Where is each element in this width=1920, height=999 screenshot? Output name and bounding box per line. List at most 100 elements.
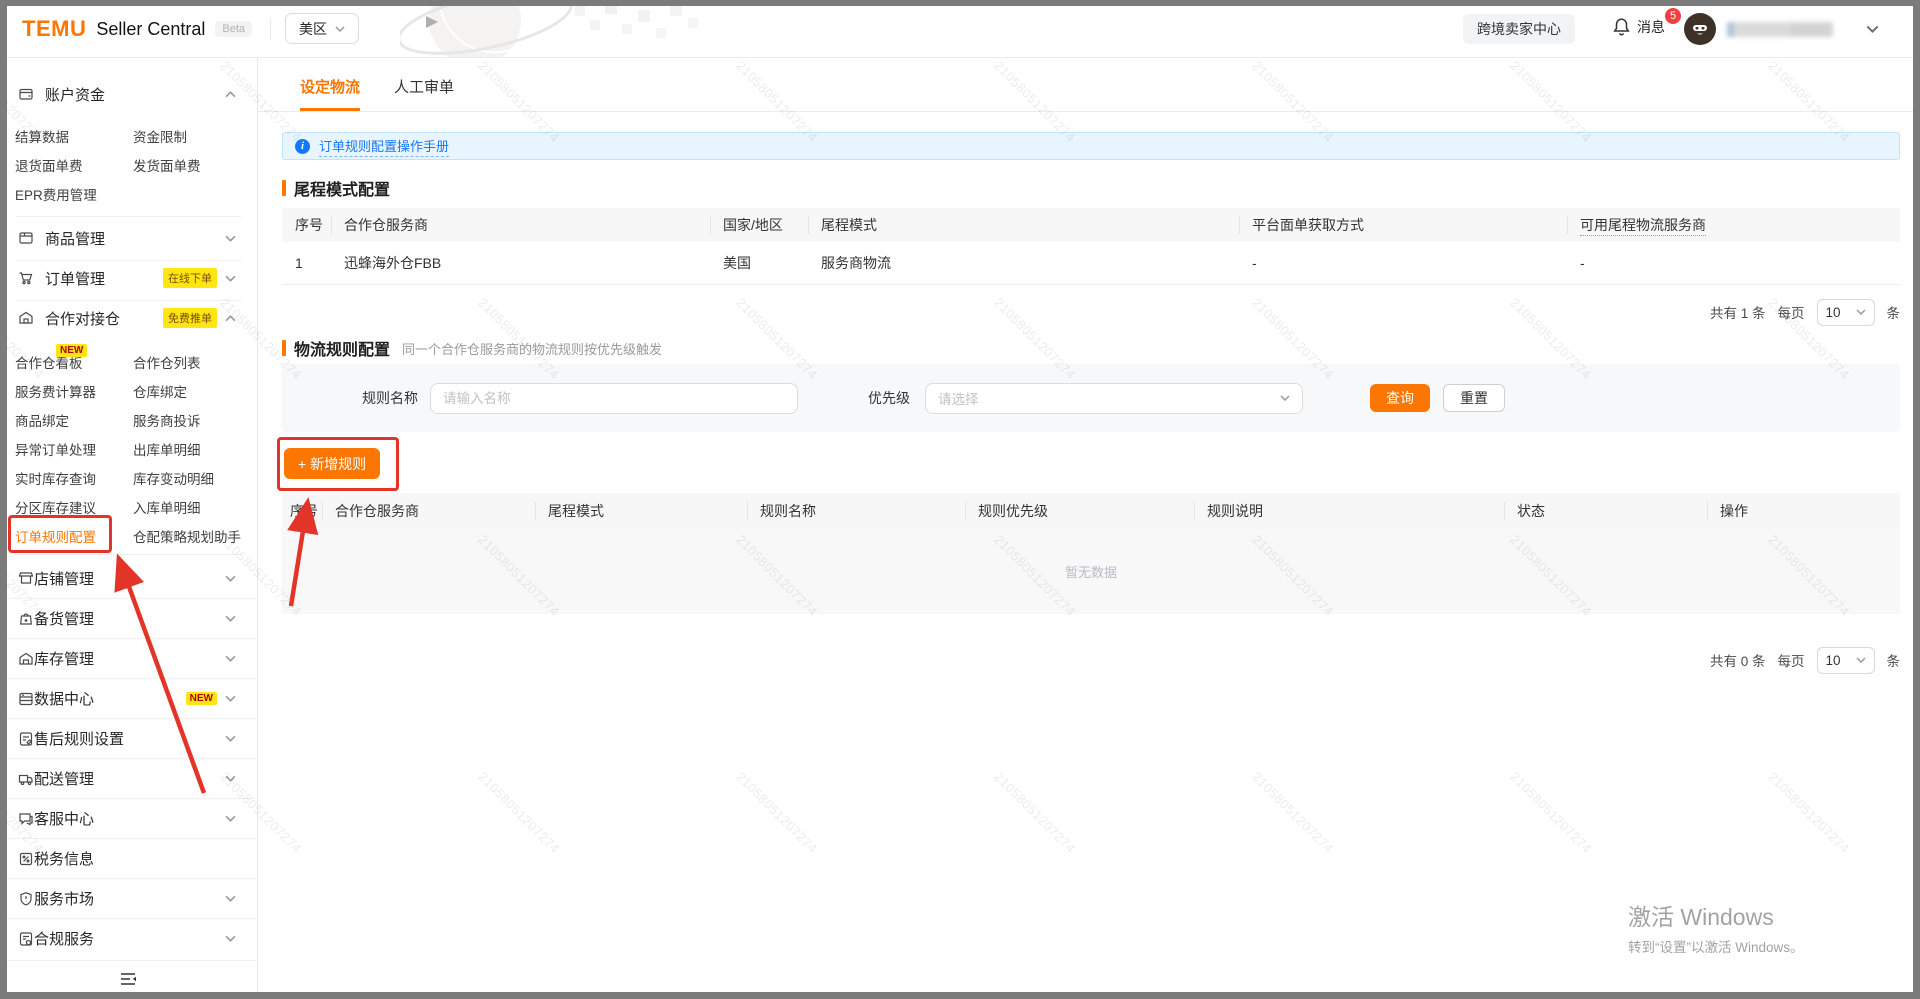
bag-plus-icon: [18, 611, 34, 627]
account-chevron-down-icon[interactable]: [1866, 25, 1879, 33]
sidebar-item-realtime-inventory[interactable]: 实时库存查询: [15, 463, 133, 492]
title-accent-bar: [282, 180, 286, 196]
sidebar-item-inventory-changes[interactable]: 库存变动明细: [133, 463, 257, 492]
col-description: 规则说明: [1194, 501, 1504, 521]
sidebar-section-data-center[interactable]: 数据中心 NEW: [0, 678, 256, 718]
sidebar-item-return-label-fee[interactable]: 退货面单费: [15, 150, 133, 179]
tab-set-logistics[interactable]: 设定物流: [300, 76, 360, 111]
section-label: 税务信息: [34, 848, 94, 869]
page-size-select[interactable]: 10: [1817, 647, 1875, 674]
cell-mode: 服务商物流: [808, 253, 1239, 273]
page-size-value: 10: [1826, 305, 1841, 320]
last-mile-table: 序号 合作仓服务商 国家/地区 尾程模式 平台面单获取方式 可用尾程物流服务商 …: [282, 208, 1900, 285]
sidebar-section-compliance-service[interactable]: 合规服务: [0, 918, 256, 958]
wallet-icon: [18, 86, 34, 102]
chevron-down-icon: [335, 26, 345, 32]
sidebar-item-warehouse-strategy-assistant[interactable]: 仓配策略规划助手: [133, 521, 257, 550]
new-badge: NEW: [56, 344, 87, 357]
sidebar-item-warehouse-binding[interactable]: 仓库绑定: [133, 376, 257, 405]
sidebar-section-service-market[interactable]: 服务市场: [0, 878, 256, 918]
cross-border-seller-center-button[interactable]: 跨境卖家中心: [1463, 14, 1575, 44]
chat-icon: [18, 811, 34, 827]
sidebar-section-tax-info[interactable]: 税务信息: [0, 838, 256, 878]
search-button[interactable]: 查询: [1370, 384, 1430, 412]
per-page-label: 每页: [1778, 650, 1805, 670]
chevron-down-icon: [225, 655, 236, 662]
col-rule-name: 规则名称: [747, 501, 965, 521]
sidebar-item-inbound-detail[interactable]: 入库单明细: [133, 492, 257, 521]
sidebar-section-customer-service[interactable]: 客服中心: [0, 798, 256, 838]
col-status: 状态: [1504, 501, 1707, 521]
manual-link[interactable]: 订单规则配置操作手册: [319, 136, 449, 157]
sidebar-item-shipping-label-fee[interactable]: 发货面单费: [133, 150, 257, 179]
chevron-down-icon: [225, 935, 236, 942]
section-label: 账户资金: [45, 84, 105, 105]
sidebar-section-coop-warehouse[interactable]: 合作对接仓 免费推单: [0, 302, 256, 334]
sidebar-item-settlement-data[interactable]: 结算数据: [15, 121, 133, 150]
sidebar-collapse-button[interactable]: [0, 960, 256, 996]
empty-state-text: 暂无数据: [1065, 562, 1117, 581]
rule-name-label: 规则名称: [362, 388, 418, 408]
page-size-select[interactable]: 10: [1817, 299, 1875, 326]
sidebar-section-order-management[interactable]: 订单管理 在线下单: [0, 262, 256, 294]
free-push-badge: 免费推单: [163, 308, 217, 328]
sidebar-section-inventory-management[interactable]: 库存管理: [0, 638, 256, 678]
reset-button[interactable]: 重置: [1443, 384, 1505, 412]
section-label: 配送管理: [34, 768, 94, 789]
chevron-down-icon: [225, 815, 236, 822]
sidebar-item-abnormal-orders[interactable]: 异常订单处理: [15, 434, 133, 463]
sidebar-section-product-management[interactable]: 商品管理: [0, 222, 256, 254]
sidebar-item-provider-complaint[interactable]: 服务商投诉: [133, 405, 257, 434]
section-title-text: 物流规则配置: [294, 336, 390, 360]
col-provider: 合作仓服务商: [322, 501, 535, 521]
sidebar-item-epr-fee[interactable]: EPR费用管理: [15, 179, 133, 208]
sidebar-section-stock-prep[interactable]: 备货管理: [0, 598, 256, 638]
tab-manual-review[interactable]: 人工审单: [394, 76, 454, 111]
sidebar-item-order-rule-config[interactable]: 订单规则配置: [15, 521, 133, 550]
account-funds-items: 结算数据 资金限制 退货面单费 发货面单费 EPR费用管理: [0, 121, 257, 208]
beta-badge: Beta: [215, 21, 252, 37]
rules-section-title: 物流规则配置 同一个合作仓服务商的物流规则按优先级触发: [282, 338, 662, 358]
col-index: 序号: [282, 215, 331, 235]
unit-label: 条: [1887, 302, 1901, 322]
priority-select[interactable]: 请选择: [925, 383, 1303, 414]
messages-button[interactable]: 消息 5: [1612, 17, 1665, 37]
cell-provider: 迅蜂海外仓FBB: [331, 253, 710, 273]
add-rule-button[interactable]: + 新增规则: [284, 448, 380, 479]
shield-icon: [18, 891, 34, 907]
sidebar-item-fund-limits[interactable]: 资金限制: [133, 121, 257, 150]
sidebar-section-delivery-management[interactable]: 配送管理: [0, 758, 256, 798]
sidebar-item-zone-inventory-advice[interactable]: 分区库存建议: [15, 492, 133, 521]
rule-name-input[interactable]: [430, 383, 798, 414]
section-label: 订单管理: [45, 268, 105, 289]
section-title-text: 尾程模式配置: [294, 176, 390, 200]
sidebar-section-shop-management[interactable]: 店铺管理: [0, 558, 256, 598]
coop-warehouse-items: 合作仓看板 合作仓列表 服务费计算器 仓库绑定 商品绑定 服务商投诉 异常订单处…: [0, 347, 257, 550]
table-header-row: 序号 合作仓服务商 国家/地区 尾程模式 平台面单获取方式 可用尾程物流服务商: [282, 208, 1900, 242]
region-label: 美区: [299, 19, 327, 39]
sidebar-item-fee-calculator[interactable]: 服务费计算器: [15, 376, 133, 405]
sidebar-item-coop-list[interactable]: 合作仓列表: [133, 347, 257, 376]
sidebar-item-outbound-detail[interactable]: 出库单明细: [133, 434, 257, 463]
divider: [16, 554, 241, 555]
chevron-up-icon: [225, 91, 236, 98]
section-label: 合规服务: [34, 928, 94, 949]
top-header: TEMU Seller Central Beta 美区 跨境卖家中心: [0, 0, 1920, 58]
chevron-up-icon: [225, 315, 236, 322]
sidebar-item-product-binding[interactable]: 商品绑定: [15, 405, 133, 434]
chevron-down-icon: [225, 735, 236, 742]
avatar[interactable]: [1684, 13, 1716, 45]
sidebar-section-account-funds[interactable]: 账户资金: [0, 78, 256, 110]
region-selector[interactable]: 美区: [285, 13, 359, 44]
username-blurred[interactable]: [1727, 22, 1833, 37]
temu-logo: TEMU: [22, 16, 86, 42]
section-label: 店铺管理: [34, 568, 94, 589]
section-label: 合作对接仓: [45, 308, 120, 329]
cell-available-providers: -: [1567, 255, 1900, 271]
messages-count-badge: 5: [1664, 7, 1682, 25]
seller-center-label: 跨境卖家中心: [1477, 19, 1561, 39]
tooltip-header[interactable]: 可用尾程物流服务商: [1580, 217, 1706, 236]
col-label-method: 平台面单获取方式: [1239, 215, 1567, 235]
sidebar-section-aftersale-rules[interactable]: 售后规则设置: [0, 718, 256, 758]
table-header-row: 序号 合作仓服务商 尾程模式 规则名称 规则优先级 规则说明 状态 操作: [282, 493, 1900, 528]
